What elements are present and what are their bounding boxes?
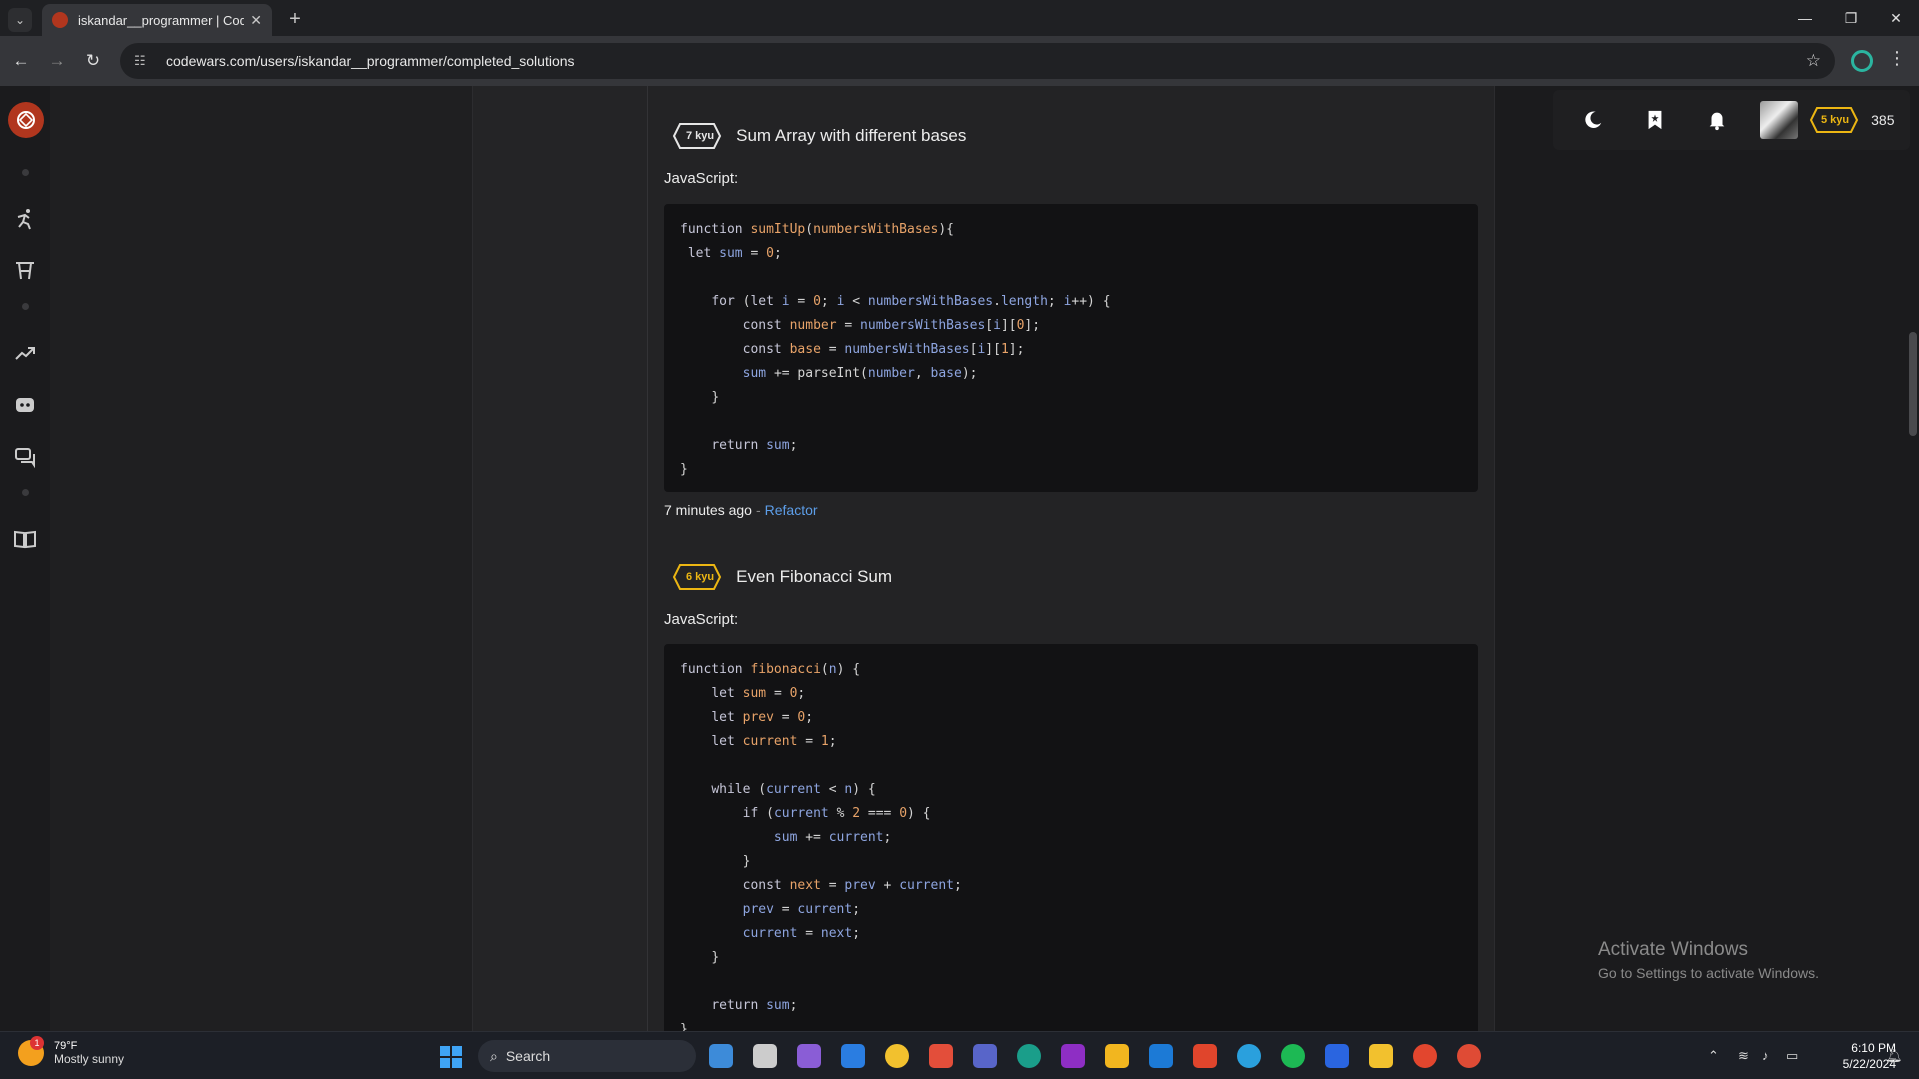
bell-icon[interactable] <box>1697 100 1737 140</box>
new-tab-button[interactable]: + <box>282 6 308 32</box>
search-icon: ⌕ <box>490 1047 498 1064</box>
chrome-icon[interactable] <box>885 1044 909 1068</box>
app-icon[interactable] <box>753 1044 777 1068</box>
solution-meta: 7 minutes ago - Refactor <box>664 502 818 518</box>
profile-side-panel <box>472 86 648 1031</box>
browser-toolbar: ← → ↻ ☷ codewars.com/users/iskandar__pro… <box>0 36 1919 86</box>
docs-icon[interactable] <box>10 524 40 554</box>
wifi-icon[interactable]: ≋ <box>1738 1048 1749 1064</box>
code-block: function fibonacci(n) { let sum = 0; let… <box>664 644 1478 1031</box>
language-label: JavaScript: <box>664 170 739 187</box>
tab-search-dropdown[interactable]: ⌄ <box>8 8 32 32</box>
site-info-icon[interactable]: ☷ <box>134 53 152 69</box>
discord-icon[interactable] <box>10 390 40 420</box>
activation-watermark: Activate Windows Go to Settings to activ… <box>1598 939 1819 981</box>
browser-menu-icon[interactable]: ⋮ <box>1888 48 1906 69</box>
bookmark-star-icon[interactable]: ☆ <box>1806 51 1821 71</box>
app-icon[interactable] <box>1105 1044 1129 1068</box>
edge-icon[interactable] <box>1237 1044 1261 1068</box>
forward-button[interactable]: → <box>44 48 70 74</box>
sun-icon: 1 <box>18 1036 44 1066</box>
codewars-logo[interactable] <box>8 102 44 138</box>
browser-tab-strip: ⌄ iskandar__programmer | Codew ✕ + — ❐ ✕ <box>0 0 1919 36</box>
volume-icon[interactable]: ♪ <box>1762 1048 1769 1063</box>
app-icon[interactable] <box>797 1044 821 1068</box>
training-icon[interactable] <box>10 204 40 234</box>
moon-icon[interactable] <box>1573 100 1613 140</box>
system-clock[interactable]: 6:10 PM 5/22/2024 <box>1818 1040 1896 1072</box>
close-window-button[interactable]: ✕ <box>1873 0 1919 36</box>
spotify-icon[interactable] <box>1281 1044 1305 1068</box>
nav-separator <box>22 169 29 176</box>
codewars-favicon <box>52 12 68 28</box>
language-label: JavaScript: <box>664 611 739 628</box>
notification-icon[interactable]: 🔔︎ <box>1886 1048 1903 1064</box>
minimize-button[interactable]: — <box>1782 0 1828 36</box>
avatar[interactable] <box>1759 100 1799 140</box>
user-rank-badge[interactable]: 5 kyu <box>1809 106 1861 134</box>
weather-widget[interactable]: 1 79°F Mostly sunny <box>18 1036 124 1066</box>
code-block: function sumItUp(numbersWithBases){ let … <box>664 204 1478 492</box>
linkedin-icon[interactable] <box>1149 1044 1173 1068</box>
app-icon[interactable] <box>1325 1044 1349 1068</box>
tray-overflow-icon[interactable]: ⌃ <box>1708 1048 1719 1064</box>
nav-separator <box>22 303 29 310</box>
main-nav-sidebar <box>0 86 50 1031</box>
right-gutter <box>1494 86 1919 1031</box>
vscode-icon[interactable] <box>841 1044 865 1068</box>
reload-button[interactable]: ↻ <box>80 48 106 74</box>
taskbar-search[interactable]: ⌕ Search <box>478 1040 696 1072</box>
tab-title: iskandar__programmer | Codew <box>78 12 245 28</box>
honor-score: 385 <box>1871 112 1895 128</box>
completed-solutions-list: 7 kyu Sum Array with different bases Jav… <box>648 86 1494 1031</box>
kata-header: 7 kyu Sum Array with different bases <box>672 122 966 150</box>
forum-icon[interactable] <box>10 442 40 472</box>
extension-icon[interactable] <box>1851 50 1873 72</box>
kata-header: 6 kyu Even Fibonacci Sum <box>672 563 892 591</box>
app-icon[interactable] <box>709 1044 733 1068</box>
address-bar[interactable]: ☷ codewars.com/users/iskandar__programme… <box>120 43 1835 79</box>
tab-close-icon[interactable]: ✕ <box>250 12 262 29</box>
kata-title-link[interactable]: Sum Array with different bases <box>736 126 966 146</box>
leaderboard-icon[interactable] <box>10 338 40 368</box>
app-icon[interactable] <box>929 1044 953 1068</box>
app-icon[interactable] <box>1193 1044 1217 1068</box>
battery-icon[interactable]: ▭ <box>1786 1048 1798 1064</box>
start-button[interactable] <box>440 1046 462 1068</box>
user-toolbar: 5 kyu 385 <box>1553 90 1910 150</box>
practice-icon[interactable] <box>10 256 40 286</box>
app-icon[interactable] <box>1413 1044 1437 1068</box>
kata-title-link[interactable]: Even Fibonacci Sum <box>736 567 892 587</box>
back-button[interactable]: ← <box>8 48 34 74</box>
restore-button[interactable]: ❐ <box>1828 0 1874 36</box>
app-icon[interactable] <box>1061 1044 1085 1068</box>
page-scrollbar[interactable] <box>1909 332 1917 436</box>
chrome-icon[interactable] <box>1457 1044 1481 1068</box>
rank-badge: 6 kyu <box>672 563 728 591</box>
bookmark-icon[interactable] <box>1635 100 1675 140</box>
nav-separator <box>22 489 29 496</box>
browser-tab-active[interactable]: iskandar__programmer | Codew ✕ <box>42 4 272 36</box>
solution-timestamp: 7 minutes ago <box>664 502 752 518</box>
windows-taskbar: 1 79°F Mostly sunny ⌕ Search ⌃ ≋ ♪ ▭ 6:1… <box>0 1031 1919 1079</box>
url-text: codewars.com/users/iskandar__programmer/… <box>166 53 575 69</box>
rank-badge: 7 kyu <box>672 122 728 150</box>
teams-icon[interactable] <box>973 1044 997 1068</box>
refactor-link[interactable]: Refactor <box>765 502 818 518</box>
file-explorer-icon[interactable] <box>1369 1044 1393 1068</box>
page-gutter <box>50 86 472 1031</box>
app-icon[interactable] <box>1017 1044 1041 1068</box>
